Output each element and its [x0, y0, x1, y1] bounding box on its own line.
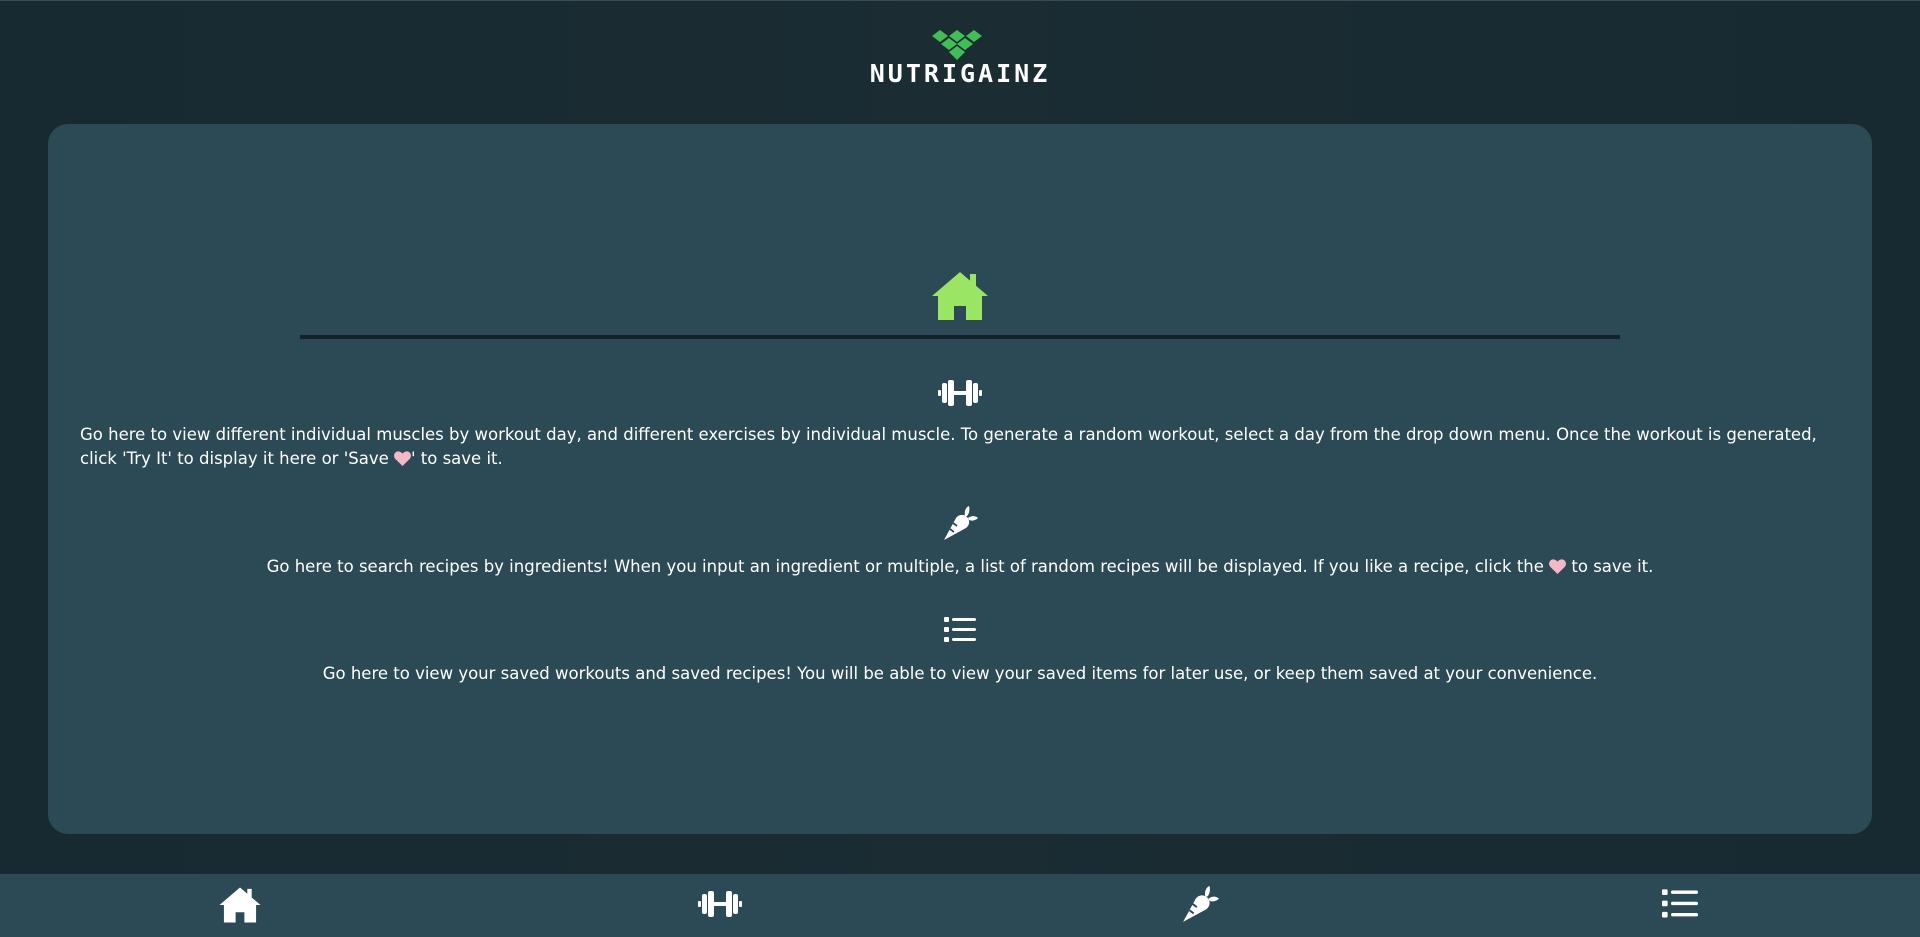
home-icon — [932, 272, 988, 320]
diamond-logo-icon — [932, 30, 982, 60]
nav-recipes[interactable] — [960, 874, 1440, 937]
list-icon — [944, 617, 976, 642]
list-icon — [1662, 889, 1698, 918]
main-card — [48, 124, 1872, 834]
dumbbell-icon — [698, 891, 742, 917]
brand-name[interactable]: NUTRIGAINZ — [0, 59, 1920, 88]
workouts-text-part1: Go here to view different individual mus… — [80, 425, 1817, 468]
nav-home[interactable] — [0, 874, 480, 937]
recipes-text-part2: to save it. — [1566, 557, 1654, 576]
bottom-nav — [0, 874, 1920, 937]
saved-description: Go here to view your saved workouts and … — [322, 664, 1598, 683]
recipes-description: Go here to search recipes by ingredients… — [0, 555, 1920, 579]
nav-saved[interactable] — [1440, 874, 1920, 937]
workouts-description: Go here to view different individual mus… — [80, 423, 1850, 471]
heart-icon — [1549, 559, 1567, 574]
workouts-text-part2: ' to save it. — [410, 449, 503, 468]
heart-icon — [394, 451, 411, 466]
header: NUTRIGAINZ — [0, 0, 1920, 110]
recipes-text-part1: Go here to search recipes by ingredients… — [266, 557, 1550, 576]
carrot-icon — [944, 506, 978, 540]
dumbbell-icon — [938, 380, 982, 406]
carrot-icon — [1183, 886, 1219, 922]
divider — [300, 335, 1620, 339]
nav-workouts[interactable] — [480, 874, 960, 937]
home-icon — [219, 887, 261, 923]
